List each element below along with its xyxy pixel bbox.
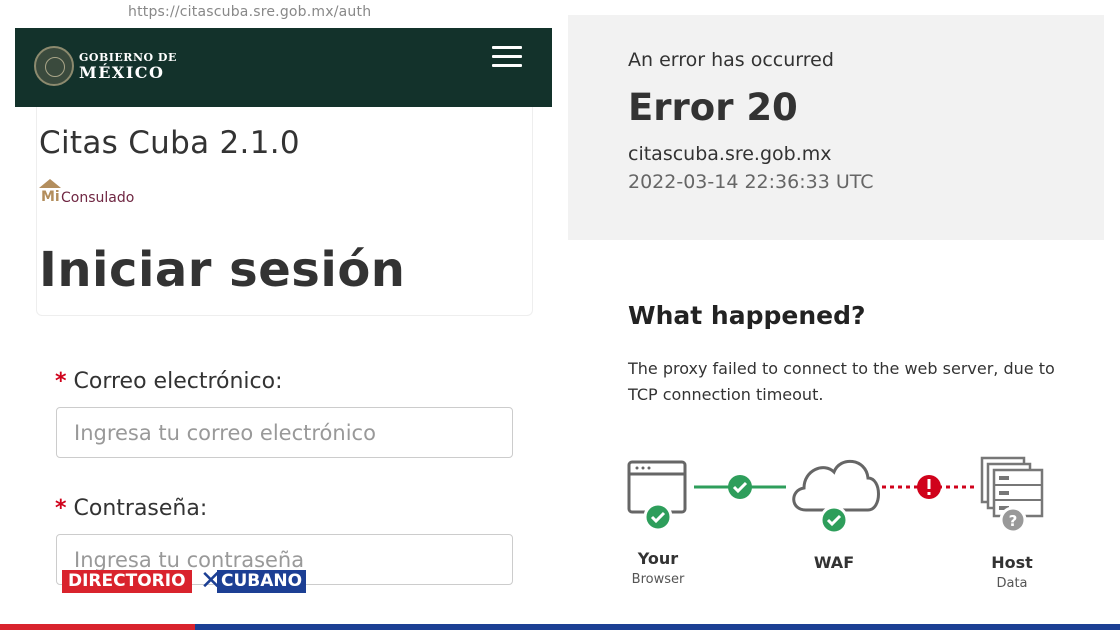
logo-mi: Mi [41, 189, 60, 205]
error-host: citascuba.sre.gob.mx [628, 143, 832, 165]
pane-divider [560, 0, 568, 624]
watermark-right: CUBANO [217, 570, 307, 593]
password-label: * Contraseña: [55, 496, 207, 521]
logo-consulado: Consulado [61, 190, 135, 206]
error-header-box: An error has occurred Error 20 citascuba… [568, 15, 1104, 240]
host-title: Host [991, 553, 1033, 572]
required-mark: * [55, 369, 67, 394]
host-sub: Data [996, 576, 1028, 591]
required-mark: * [55, 496, 67, 521]
connection-diagram: ? Your Browser WAF Host Data [568, 440, 1120, 600]
login-pane: https://citascuba.sre.gob.mx/auth GOBIER… [0, 0, 560, 630]
host-unknown-icon: ? [999, 506, 1027, 534]
url-bar[interactable]: https://citascuba.sre.gob.mx/auth [128, 4, 371, 20]
email-label-text: Correo electrónico: [73, 369, 283, 394]
error-subtitle: An error has occurred [628, 49, 834, 71]
email-input[interactable] [56, 407, 513, 458]
house-icon [39, 179, 61, 188]
browser-sub: Browser [631, 572, 685, 587]
browser-ok-icon [643, 502, 673, 532]
link-error-icon [917, 475, 941, 499]
waf-title: WAF [813, 553, 855, 572]
gov-header: GOBIERNO DE MÉXICO [15, 28, 552, 107]
mexico-seal-icon [34, 46, 74, 86]
gov-header-line2: MÉXICO [79, 63, 165, 82]
what-happened-title: What happened? [628, 301, 866, 330]
login-heading: Iniciar sesión [39, 242, 406, 298]
svg-text:?: ? [1009, 512, 1018, 530]
bottom-stripe-blue [195, 624, 1120, 630]
email-label: * Correo electrónico: [55, 369, 283, 394]
password-label-text: Contraseña: [73, 496, 208, 521]
hamburger-menu-icon[interactable] [492, 46, 522, 68]
error-timestamp: 2022-03-14 22:36:33 UTC [628, 171, 874, 193]
error-pane: An error has occurred Error 20 citascuba… [568, 0, 1120, 630]
watermark-left: DIRECTORIO [62, 570, 192, 593]
error-code: Error 20 [628, 86, 798, 129]
cloud-icon [792, 460, 880, 512]
waf-ok-icon [819, 505, 849, 535]
bottom-stripe-red [0, 624, 195, 630]
browser-title: Your [637, 549, 679, 568]
what-happened-desc: The proxy failed to connect to the web s… [628, 359, 1055, 404]
login-card: Citas Cuba 2.1.0 Mi Consulado Iniciar se… [36, 107, 533, 316]
link-ok-icon [728, 475, 752, 499]
app-title: Citas Cuba 2.1.0 [39, 125, 300, 161]
